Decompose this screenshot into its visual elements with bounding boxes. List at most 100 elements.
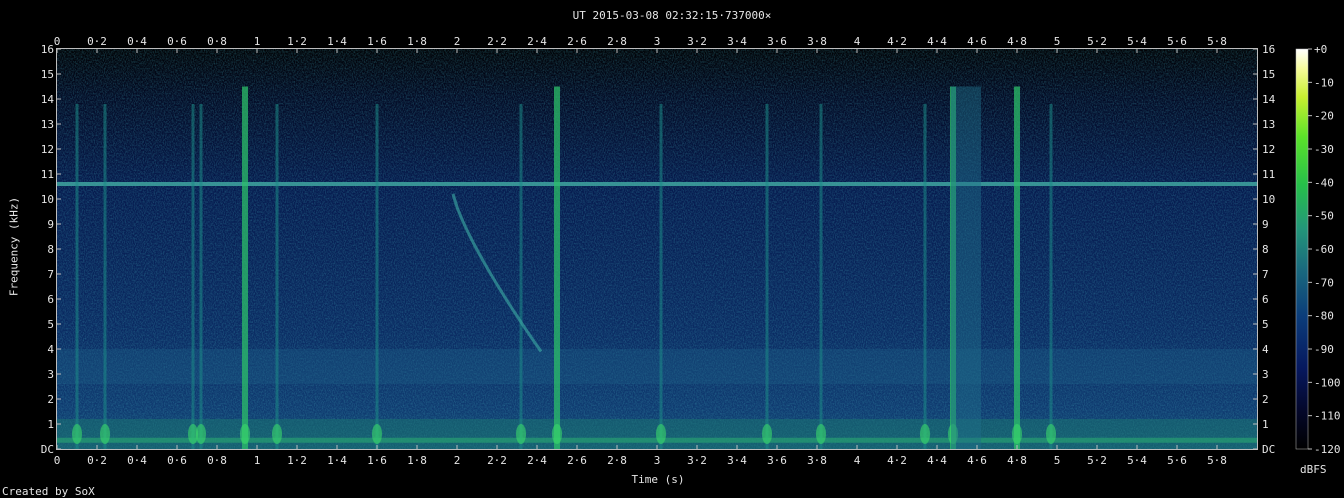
spectrogram-noise [57, 49, 1257, 449]
transient-blob [72, 424, 82, 444]
x-tick-label: 5·6 [1167, 454, 1187, 467]
x-tick-label-top: 2·6 [567, 35, 587, 48]
y-tick-label-right: 8 [1262, 243, 1269, 256]
x-tick-label-top: 1·8 [407, 35, 427, 48]
transient-blob [816, 424, 826, 444]
x-tick-label: 2·8 [607, 454, 627, 467]
y-tick-label: 6 [47, 293, 54, 306]
y-tick-label-right: 5 [1262, 318, 1269, 331]
transient-streak [103, 104, 107, 449]
transient-streak [519, 104, 523, 449]
y-tick-label: 4 [47, 343, 54, 356]
x-tick-label: 2·4 [527, 454, 547, 467]
transient-blob [516, 424, 526, 444]
y-tick-label: 13 [41, 118, 54, 131]
x-tick-label-top: 4·6 [967, 35, 987, 48]
x-tick-label-top: 2 [454, 35, 461, 48]
y-tick-label-right: 10 [1262, 193, 1275, 206]
x-tick-label: 1 [254, 454, 261, 467]
tone-line [57, 182, 1257, 186]
x-tick-label: 3·4 [727, 454, 747, 467]
y-tick-label: 12 [41, 143, 54, 156]
x-tick-label: 1·4 [327, 454, 347, 467]
colorbar-tick-label: -40 [1314, 176, 1334, 189]
x-axis-label: Time (s) [631, 473, 685, 486]
x-tick-label-top: 0 [54, 35, 61, 48]
y-tick-label-right: 3 [1262, 368, 1269, 381]
transient-streak [199, 104, 203, 449]
y-tick-label-right: 4 [1262, 343, 1269, 356]
x-tick-label-top: 0·6 [167, 35, 187, 48]
x-tick-label-top: 2·4 [527, 35, 547, 48]
transient-blob [1046, 424, 1056, 444]
y-tick-label: 2 [47, 393, 54, 406]
x-tick-label: 0·2 [87, 454, 107, 467]
colorbar-tick-label: -90 [1314, 343, 1334, 356]
y-tick-label-right: DC [1262, 443, 1275, 456]
x-tick-label-top: 3·8 [807, 35, 827, 48]
y-tick-label-right: 13 [1262, 118, 1275, 131]
y-tick-label-right: 9 [1262, 218, 1269, 231]
credit-text: Created by SoX [2, 485, 95, 498]
x-tick-label: 1·2 [287, 454, 307, 467]
spectrogram-chart: 0 0·2 0·4 0·6 0·8 1 1·2 1·4 1·6 1·8 2 2·2 2·4 2·6 2·8 3… [41, 35, 1341, 467]
transient-streak [923, 104, 927, 449]
x-tick-label: 5·4 [1127, 454, 1147, 467]
y-tick-label-right: 1 [1262, 418, 1269, 431]
colorbar-tick-label: -80 [1314, 310, 1334, 323]
colorbar-label: dBFS [1300, 463, 1327, 476]
y-tick-label: DC [41, 443, 54, 456]
x-tick-label: 0·6 [167, 454, 187, 467]
y-tick-label: 9 [47, 218, 54, 231]
transient-streak [554, 86, 560, 449]
transient-streak [1049, 104, 1053, 449]
transient-streak [819, 104, 823, 449]
y-tick-label-right: 16 [1262, 43, 1275, 56]
colorbar-tick-label: -20 [1314, 110, 1334, 123]
transient-streak [191, 104, 195, 449]
x-tick-label-top: 4·4 [927, 35, 947, 48]
x-tick-label-top: 0·2 [87, 35, 107, 48]
x-tick-label: 4 [854, 454, 861, 467]
colorbar-tick-label: -50 [1314, 210, 1334, 223]
transient-blob [656, 424, 666, 444]
y-axis-label: Frequency (kHz) [7, 196, 21, 297]
transient-blob [272, 424, 282, 444]
x-tick-label-top: 2·2 [487, 35, 507, 48]
transient-streak [242, 86, 248, 449]
colorbar-tick-label: -60 [1314, 243, 1334, 256]
x-tick-label-top: 1·6 [367, 35, 387, 48]
x-tick-label: 2·2 [487, 454, 507, 467]
transient-blob [762, 424, 772, 444]
broadband-burst [951, 86, 981, 449]
x-tick-label-top: 5·4 [1127, 35, 1147, 48]
y-tick-label: 3 [47, 368, 54, 381]
colorbar-tick-label: -10 [1314, 76, 1334, 89]
colorbar-tick-label: +0 [1314, 43, 1327, 56]
x-tick-label-top: 3 [654, 35, 661, 48]
colorbar-tick-label: -110 [1314, 410, 1341, 423]
colorbar-tick-label: -30 [1314, 143, 1334, 156]
x-tick-label: 0·4 [127, 454, 147, 467]
x-tick-label-top: 1·2 [287, 35, 307, 48]
x-tick-label: 2·6 [567, 454, 587, 467]
colorbar-tick-label: -120 [1314, 443, 1341, 456]
y-tick-label: 11 [41, 168, 54, 181]
x-tick-label: 5 [1054, 454, 1061, 467]
x-tick-label-top: 3·4 [727, 35, 747, 48]
y-tick-label: 16 [41, 43, 54, 56]
y-tick-label: 7 [47, 268, 54, 281]
x-tick-label: 0·8 [207, 454, 227, 467]
x-tick-label: 3 [654, 454, 661, 467]
transient-blob [100, 424, 110, 444]
transient-streak [765, 104, 769, 449]
transient-blob [240, 424, 250, 444]
x-tick-label-top: 0·8 [207, 35, 227, 48]
y-tick-label-right: 12 [1262, 143, 1275, 156]
x-tick-label-top: 4 [854, 35, 861, 48]
mid-band [57, 349, 1257, 384]
x-tick-label: 1·6 [367, 454, 387, 467]
transient-streak [659, 104, 663, 449]
transient-blob [1012, 424, 1022, 444]
x-tick-label-top: 1·4 [327, 35, 347, 48]
